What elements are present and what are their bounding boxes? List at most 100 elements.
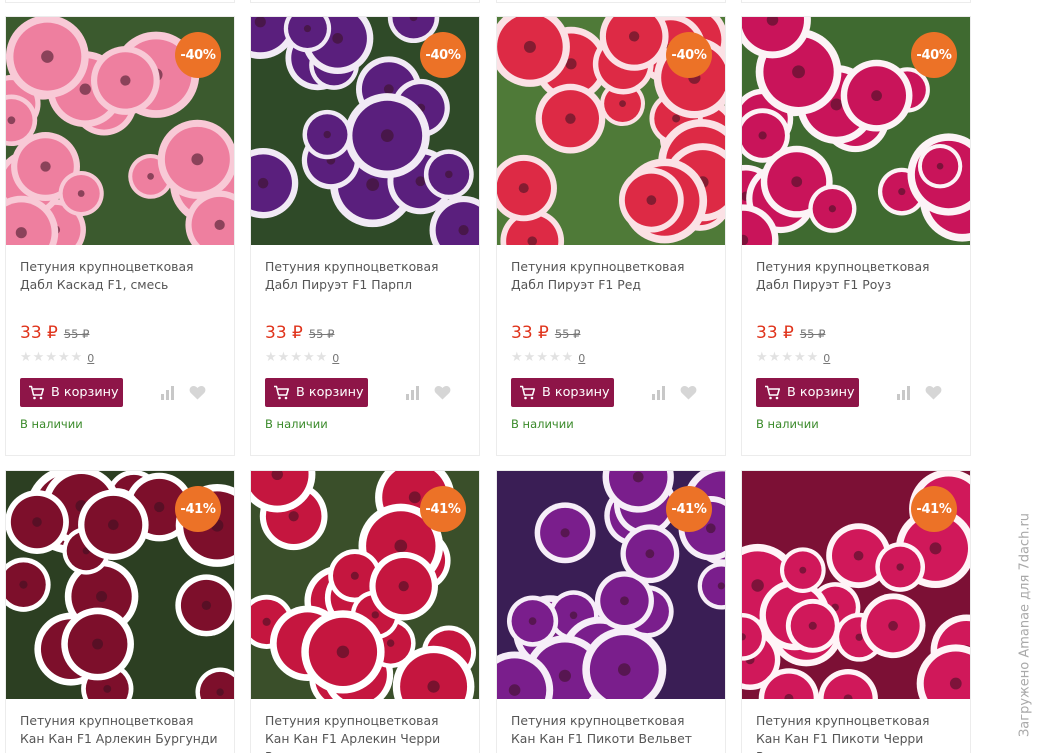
discount-badge: -40%: [911, 32, 957, 78]
product-title[interactable]: Петуния крупноцветковая Кан Кан F1 Арлек…: [265, 712, 465, 753]
heart-icon[interactable]: [925, 385, 942, 400]
watermark: Загружено Amanae для 7dach.ru: [1014, 500, 1036, 750]
add-to-cart-label: В корзину: [296, 385, 364, 400]
stock-status: В наличии: [265, 417, 328, 431]
cart-icon: [520, 385, 536, 400]
previous-row-card: [5, 0, 235, 3]
product-price: 33 ₽: [756, 323, 794, 343]
product-image[interactable]: -41%: [6, 471, 234, 699]
product-title[interactable]: Петуния крупноцветковая Кан Кан F1 Пикот…: [511, 712, 711, 753]
star-icon: ★: [781, 350, 793, 365]
rating: ★ ★ ★ ★ ★ 0: [265, 350, 465, 366]
previous-row-card: [250, 0, 480, 3]
stock-status: В наличии: [20, 417, 83, 431]
cart-icon: [765, 385, 781, 400]
product-card[interactable]: -40% Петуния крупноцветковая Дабл Каскад…: [5, 16, 235, 456]
product-image[interactable]: -40%: [742, 17, 970, 245]
add-to-cart-button[interactable]: В корзину: [756, 378, 859, 407]
star-icon: ★: [20, 350, 32, 365]
star-icon: ★: [511, 350, 523, 365]
star-icon: ★: [302, 350, 315, 365]
discount-badge: -41%: [175, 486, 221, 532]
star-icon: ★: [793, 350, 806, 365]
product-card[interactable]: -41% Петуния крупноцветковая Кан Кан F1 …: [496, 470, 726, 753]
old-price: 55 ₽: [554, 327, 581, 341]
rating-stars: ★ ★ ★ ★ ★: [20, 351, 83, 365]
star-icon: ★: [290, 350, 302, 365]
rating: ★ ★ ★ ★ ★ 0: [20, 350, 220, 366]
star-icon: ★: [70, 350, 83, 365]
discount-badge: -40%: [666, 32, 712, 78]
star-icon: ★: [561, 350, 574, 365]
discount-badge: -40%: [420, 32, 466, 78]
cart-icon: [29, 385, 45, 400]
star-icon: ★: [315, 350, 328, 365]
rating-stars: ★ ★ ★ ★ ★: [265, 351, 328, 365]
add-to-cart-label: В корзину: [787, 385, 855, 400]
add-to-cart-label: В корзину: [51, 385, 119, 400]
product-title[interactable]: Петуния крупноцветковая Дабл Каскад F1, …: [20, 258, 220, 312]
product-image[interactable]: -40%: [251, 17, 479, 245]
star-icon: ★: [523, 350, 536, 365]
old-price: 55 ₽: [308, 327, 335, 341]
compare-icon[interactable]: [896, 385, 912, 401]
previous-row-card: [741, 0, 971, 3]
product-title[interactable]: Петуния крупноцветковая Кан Кан F1 Пикот…: [756, 712, 956, 753]
product-image[interactable]: -40%: [497, 17, 725, 245]
discount-badge: -41%: [911, 486, 957, 532]
add-to-cart-button[interactable]: В корзину: [511, 378, 614, 407]
product-card[interactable]: -40% Петуния крупноцветковая Дабл Пируэт…: [741, 16, 971, 456]
heart-icon[interactable]: [434, 385, 451, 400]
product-image[interactable]: -41%: [251, 471, 479, 699]
star-icon: ★: [768, 350, 781, 365]
product-card[interactable]: -40% Петуния крупноцветковая Дабл Пируэт…: [250, 16, 480, 456]
product-title[interactable]: Петуния крупноцветковая Кан Кан F1 Арлек…: [20, 712, 220, 753]
review-count[interactable]: 0: [87, 352, 94, 365]
product-card[interactable]: -40% Петуния крупноцветковая Дабл Пируэт…: [496, 16, 726, 456]
product-image[interactable]: -40%: [6, 17, 234, 245]
star-icon: ★: [277, 350, 290, 365]
heart-icon[interactable]: [189, 385, 206, 400]
compare-icon[interactable]: [160, 385, 176, 401]
discount-badge: -40%: [175, 32, 221, 78]
discount-badge: -41%: [666, 486, 712, 532]
rating: ★ ★ ★ ★ ★ 0: [756, 350, 956, 366]
rating-stars: ★ ★ ★ ★ ★: [511, 351, 574, 365]
review-count[interactable]: 0: [332, 352, 339, 365]
star-icon: ★: [57, 350, 70, 365]
star-icon: ★: [45, 350, 57, 365]
rating-stars: ★ ★ ★ ★ ★: [756, 351, 819, 365]
product-title[interactable]: Петуния крупноцветковая Дабл Пируэт F1 Р…: [511, 258, 711, 312]
old-price: 55 ₽: [799, 327, 826, 341]
compare-icon[interactable]: [651, 385, 667, 401]
review-count[interactable]: 0: [823, 352, 830, 365]
product-price: 33 ₽: [511, 323, 549, 343]
add-to-cart-button[interactable]: В корзину: [265, 378, 368, 407]
previous-row-card: [496, 0, 726, 3]
product-title[interactable]: Петуния крупноцветковая Дабл Пируэт F1 П…: [265, 258, 465, 312]
star-icon: ★: [806, 350, 819, 365]
product-card[interactable]: -41% Петуния крупноцветковая Кан Кан F1 …: [5, 470, 235, 753]
cart-icon: [274, 385, 290, 400]
product-price: 33 ₽: [265, 323, 303, 343]
review-count[interactable]: 0: [578, 352, 585, 365]
star-icon: ★: [756, 350, 768, 365]
star-icon: ★: [536, 350, 548, 365]
add-to-cart-button[interactable]: В корзину: [20, 378, 123, 407]
rating: ★ ★ ★ ★ ★ 0: [511, 350, 711, 366]
product-price: 33 ₽: [20, 323, 58, 343]
heart-icon[interactable]: [680, 385, 697, 400]
product-card[interactable]: -41% Петуния крупноцветковая Кан Кан F1 …: [250, 470, 480, 753]
product-card[interactable]: -41% Петуния крупноцветковая Кан Кан F1 …: [741, 470, 971, 753]
product-title[interactable]: Петуния крупноцветковая Дабл Пируэт F1 Р…: [756, 258, 956, 312]
compare-icon[interactable]: [405, 385, 421, 401]
product-image[interactable]: -41%: [742, 471, 970, 699]
old-price: 55 ₽: [63, 327, 90, 341]
watermark-text: Загружено Amanae для 7dach.ru: [1017, 512, 1033, 738]
add-to-cart-label: В корзину: [542, 385, 610, 400]
product-image[interactable]: -41%: [497, 471, 725, 699]
star-icon: ★: [265, 350, 277, 365]
stock-status: В наличии: [511, 417, 574, 431]
stock-status: В наличии: [756, 417, 819, 431]
star-icon: ★: [32, 350, 45, 365]
